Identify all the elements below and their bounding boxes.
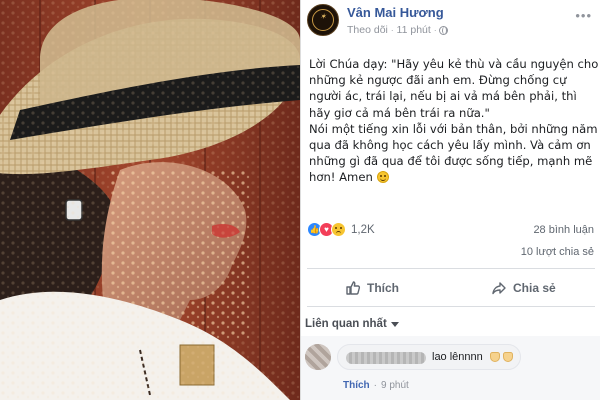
muscle-icon xyxy=(490,352,500,362)
globe-icon xyxy=(439,25,449,35)
muscle-icon xyxy=(503,352,513,362)
divider xyxy=(307,268,595,269)
avatar[interactable] xyxy=(305,344,331,370)
post-photo[interactable] xyxy=(0,0,300,400)
reaction-count: 1,2K xyxy=(351,223,375,236)
photo-illustration xyxy=(0,0,300,400)
share-button[interactable]: Chia sẻ xyxy=(491,276,556,300)
meta-separator: · xyxy=(433,25,437,35)
blurred-commenter-name xyxy=(346,352,426,364)
reaction-summary[interactable]: 👍 ♥ 1,2K xyxy=(307,222,375,237)
comment-bubble: lao lênnnn xyxy=(337,344,521,370)
author-name[interactable]: Vân Mai Hương xyxy=(347,5,444,20)
sad-reaction-icon xyxy=(331,222,346,237)
share-icon xyxy=(492,282,506,295)
comment-sort-label: Liên quan nhất xyxy=(305,318,387,330)
share-button-label: Chia sẻ xyxy=(513,281,556,295)
comment-sort-dropdown[interactable]: Liên quan nhất xyxy=(305,318,399,330)
comment-actions: Thích · 9 phút xyxy=(343,380,409,391)
comment-list: lao lênnnn Thích · 9 phút xyxy=(301,336,600,400)
post-text: Lời Chúa dạy: "Hãy yêu kẻ thù và cầu ngu… xyxy=(309,56,599,186)
share-count[interactable]: 10 lượt chia sẻ xyxy=(521,246,594,258)
more-icon[interactable]: ••• xyxy=(575,8,592,23)
divider xyxy=(307,306,595,307)
comment-time[interactable]: 9 phút xyxy=(381,380,409,391)
page-logo[interactable]: ✶ xyxy=(307,4,339,36)
post-header: ✶ Vân Mai Hương Theo dõi · 11 phút · xyxy=(301,0,600,46)
comment-text: lao lênnnn xyxy=(432,351,483,363)
like-button[interactable]: Thích xyxy=(345,276,399,300)
post-paragraph: Lời Chúa dạy: "Hãy yêu kẻ thù và cầu ngu… xyxy=(309,57,599,120)
comment-count[interactable]: 28 bình luận xyxy=(533,224,594,236)
like-button-label: Thích xyxy=(367,281,399,295)
caret-down-icon xyxy=(390,321,399,327)
meta-separator: · xyxy=(390,25,394,35)
post-time[interactable]: 11 phút xyxy=(397,24,431,36)
comment-like-link[interactable]: Thích xyxy=(343,380,370,391)
post-paragraph: Nói một tiếng xin lỗi với bản thân, bởi … xyxy=(309,121,598,185)
like-icon xyxy=(346,281,361,295)
follow-link[interactable]: Theo dõi xyxy=(347,24,388,36)
meta-separator: · xyxy=(373,380,378,391)
post-meta: Theo dõi · 11 phút · xyxy=(347,24,449,36)
facebook-post-panel: ✶ Vân Mai Hương Theo dõi · 11 phút · Lời… xyxy=(300,0,600,400)
smile-emoji-icon xyxy=(376,171,389,184)
